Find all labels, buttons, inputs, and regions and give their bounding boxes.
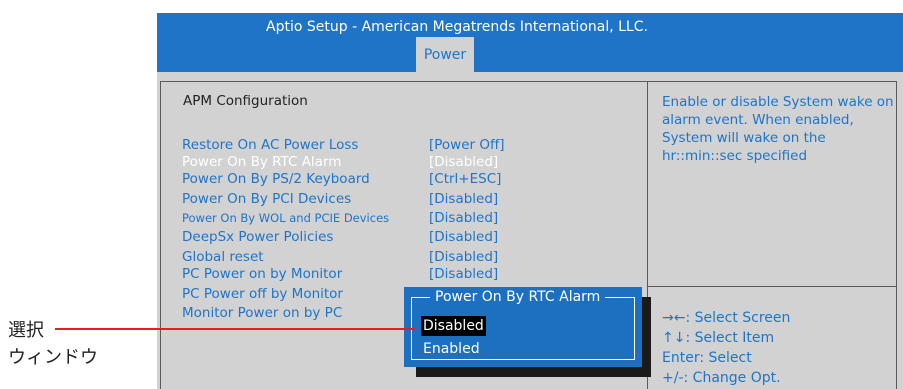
section-title: APM Configuration bbox=[183, 93, 308, 109]
popup-title: Power On By RTC Alarm bbox=[430, 288, 606, 306]
bios-setup-screen: Aptio Setup - American Megatrends Intern… bbox=[157, 13, 903, 389]
key-hint-select-item: ↑↓: Select Item bbox=[662, 330, 775, 346]
key-hint-enter: Enter: Select bbox=[662, 350, 752, 366]
selection-popup: Power On By RTC Alarm Disabled Enabled bbox=[404, 287, 642, 367]
callout-pointer-line bbox=[55, 328, 415, 330]
callout-label-line1: 選択 bbox=[8, 320, 44, 341]
setting-label: PC Power on by Monitor bbox=[182, 266, 343, 282]
key-hint-select-screen: →←: Select Screen bbox=[662, 310, 791, 326]
popup-option-disabled[interactable]: Disabled bbox=[421, 316, 486, 336]
setting-value: [Disabled] bbox=[429, 249, 499, 265]
setting-value: [Disabled] bbox=[429, 210, 499, 226]
setting-label: PC Power off by Monitor bbox=[182, 286, 343, 302]
callout-label-line2: ウィンドウ bbox=[8, 347, 98, 368]
help-text: Enable or disable System wake on alarm e… bbox=[662, 94, 894, 164]
setting-label: Global reset bbox=[182, 249, 264, 265]
key-hint-change-opt: +/-: Change Opt. bbox=[662, 370, 781, 386]
window-title: Aptio Setup - American Megatrends Intern… bbox=[266, 19, 648, 35]
setting-label: Power On By PS/2 Keyboard bbox=[182, 171, 370, 187]
tab-power[interactable]: Power bbox=[416, 37, 474, 72]
popup-frame: Power On By RTC Alarm Disabled Enabled bbox=[411, 288, 635, 360]
header-bar: Aptio Setup - American Megatrends Intern… bbox=[157, 13, 903, 72]
help-divider bbox=[648, 286, 897, 287]
setting-label: Power On By PCI Devices bbox=[182, 191, 352, 207]
setting-value: [Disabled] bbox=[429, 229, 499, 245]
setting-label: Power On By WOL and PCIE Devices bbox=[182, 211, 390, 225]
setting-value: [Disabled] bbox=[429, 154, 499, 170]
key-legend: →←: Select Screen ↑↓: Select Item Enter:… bbox=[662, 308, 790, 388]
setting-label: DeepSx Power Policies bbox=[182, 229, 334, 245]
setting-value: [Power Off] bbox=[429, 137, 505, 153]
popup-option-enabled[interactable]: Enabled bbox=[423, 339, 480, 359]
setting-value: [Disabled] bbox=[429, 191, 499, 207]
setting-label: Monitor Power on by PC bbox=[182, 305, 343, 321]
setting-label: Power On By RTC Alarm bbox=[182, 154, 342, 170]
setting-value: [Disabled] bbox=[429, 266, 499, 282]
setting-value: [Ctrl+ESC] bbox=[429, 171, 502, 187]
setting-label: Restore On AC Power Loss bbox=[182, 137, 359, 153]
